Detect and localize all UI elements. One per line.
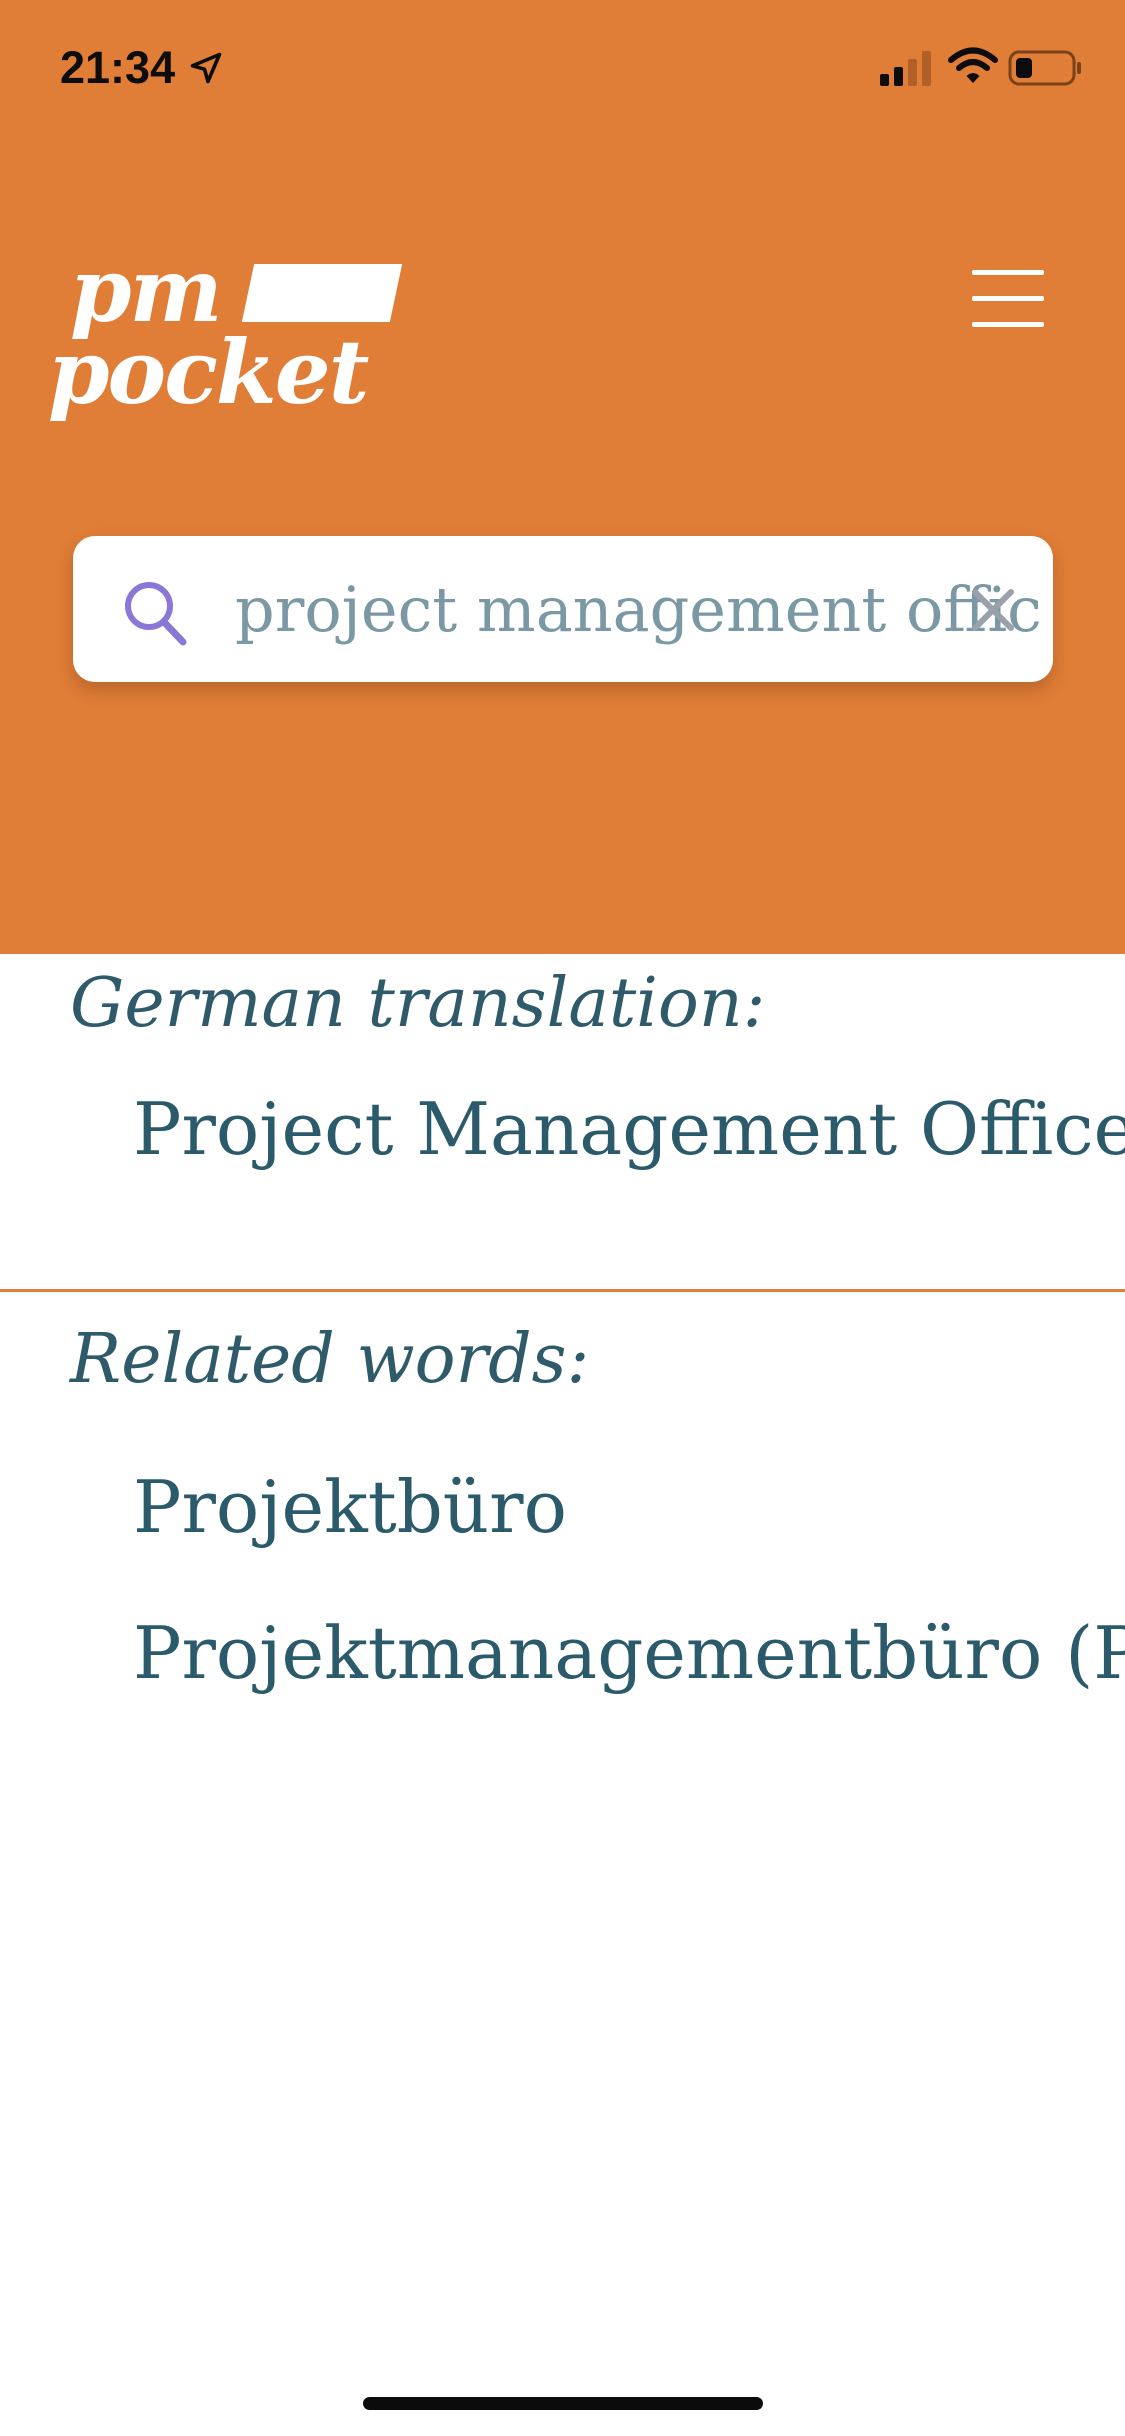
related-words-heading: Related words: <box>70 1320 590 1399</box>
app-header: 21:34 pm pocket project management offic… <box>0 0 1125 954</box>
search-icon <box>125 582 187 646</box>
hamburger-menu-icon <box>972 270 1044 275</box>
location-arrow-icon <box>190 52 222 84</box>
home-indicator[interactable] <box>363 2397 763 2410</box>
status-bar: 21:34 <box>0 0 1125 132</box>
battery-icon <box>1008 50 1081 86</box>
related-words-section: Related words: Projektbüro Projektmanage… <box>0 1292 1125 1712</box>
translation-heading: German translation: <box>70 964 766 1043</box>
screen: 21:34 pm pocket project management offic… <box>0 0 1125 2436</box>
clear-icon[interactable] <box>963 580 1023 640</box>
hamburger-menu-icon-line <box>972 322 1044 327</box>
translation-value[interactable]: Project Management Office (PMO) <box>133 1084 1125 1174</box>
related-word-item[interactable]: Projektmanagementbüro (PMO) <box>133 1608 1125 1698</box>
hamburger-menu-button[interactable] <box>970 266 1046 330</box>
related-word-item[interactable]: Projektbüro <box>133 1462 567 1552</box>
search-input[interactable] <box>235 562 1045 656</box>
pm-pocket-logo: pm pocket <box>48 244 408 444</box>
translation-section: German translation: Project Management O… <box>0 954 1125 1289</box>
logo-text-pocket: pocket <box>48 320 369 424</box>
status-time: 21:34 <box>60 42 176 93</box>
wifi-icon <box>948 47 998 83</box>
search-bar[interactable] <box>73 536 1053 682</box>
logo-bar-mark <box>241 264 403 322</box>
cellular-signal-icon <box>880 51 931 86</box>
hamburger-menu-icon-line <box>972 296 1044 301</box>
